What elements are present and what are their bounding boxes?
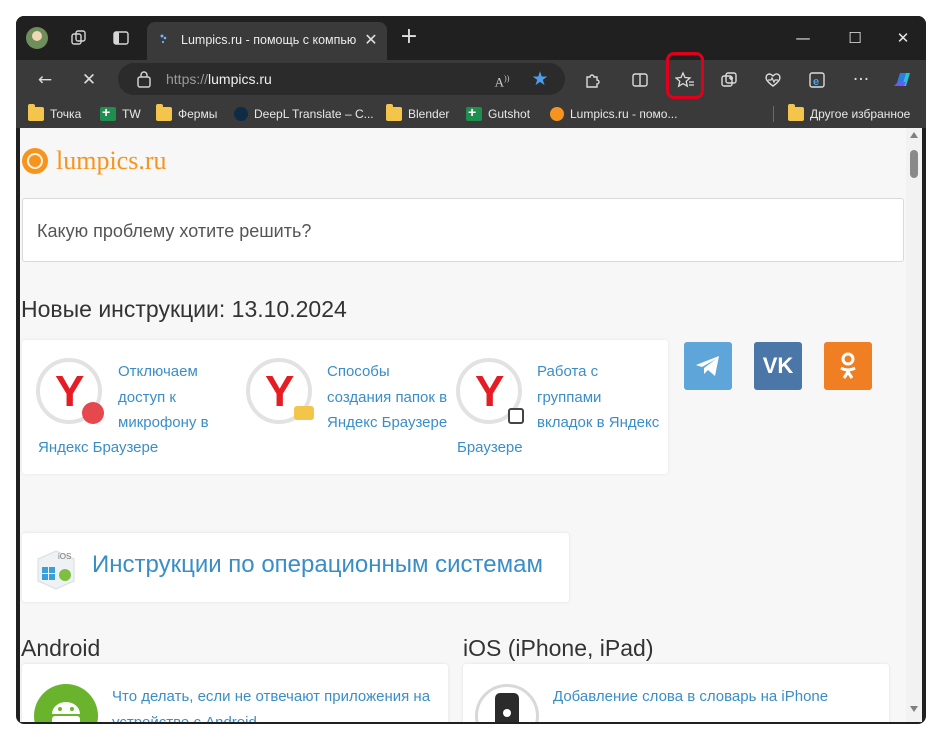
tab-actions-icon[interactable]: [109, 26, 133, 50]
internet-explorer-mode-icon[interactable]: e: [802, 66, 832, 94]
search-placeholder: Какую проблему хотите решить?: [37, 221, 312, 241]
folder-icon: [788, 104, 804, 121]
news-link-cont[interactable]: Яндекс Браузере: [38, 435, 158, 461]
tab-group-add-icon: [508, 408, 524, 424]
bookmark-item[interactable]: Blender: [386, 104, 449, 124]
odnoklassniki-icon[interactable]: [824, 342, 872, 390]
android-heading: Android: [21, 635, 101, 661]
vk-icon[interactable]: VK: [754, 342, 802, 390]
bookmark-item[interactable]: Точка: [28, 104, 81, 124]
scroll-down-icon[interactable]: [910, 706, 918, 712]
close-window-icon[interactable]: ✕: [888, 26, 918, 50]
article-link[interactable]: Добавление слова в словарь на iPhone: [553, 684, 888, 710]
bookmark-item[interactable]: Gutshot: [466, 104, 530, 124]
news-heading: Новые инструкции: 13.10.2024: [21, 296, 347, 322]
folder-icon: [386, 104, 402, 121]
read-aloud-icon[interactable]: A)): [490, 68, 514, 90]
extensions-icon[interactable]: [577, 66, 607, 94]
android-icon: [34, 684, 98, 722]
scroll-thumb[interactable]: [910, 150, 918, 178]
folder-icon: [294, 406, 314, 420]
other-favorites[interactable]: Другое избранное: [788, 104, 910, 124]
favorite-star-icon[interactable]: ★: [528, 67, 552, 91]
split-screen-icon[interactable]: [625, 66, 655, 94]
ios-article-card[interactable]: Добавление слова в словарь на iPhone: [463, 664, 889, 722]
os-instructions-card[interactable]: iOS Инструкции по операционным системам: [22, 533, 569, 602]
sheets-icon: [100, 104, 116, 121]
lumpics-icon: [550, 107, 564, 121]
bookmark-item[interactable]: TW: [100, 104, 141, 124]
new-tab-icon[interactable]: +: [397, 26, 421, 50]
site-logo[interactable]: lumpics.ru: [22, 146, 167, 176]
stop-loading-icon[interactable]: ✕: [74, 66, 104, 94]
favorites-button-highlight: [666, 52, 704, 99]
news-link-cont[interactable]: Браузере: [457, 435, 523, 461]
browser-essentials-icon[interactable]: [758, 66, 788, 94]
deepl-icon: [234, 107, 248, 121]
active-tab[interactable]: Lumpics.ru - помощь с компьютером ✕: [147, 22, 387, 60]
address-bar[interactable]: https://lumpics.ru A)) ★: [118, 63, 565, 95]
tab-close-icon[interactable]: ✕: [362, 30, 380, 50]
folder-icon: [28, 104, 44, 121]
news-link[interactable]: Отключаем доступ к микрофону в: [118, 359, 209, 436]
page-scrollbar[interactable]: [906, 128, 922, 722]
copilot-icon[interactable]: [888, 66, 918, 94]
android-article-card[interactable]: Что делать, если не отвечают приложения …: [22, 664, 448, 722]
news-card: Y Отключаем доступ к микрофону в Яндекс Бр…: [22, 340, 668, 474]
workspaces-icon[interactable]: [67, 26, 91, 50]
logo-text: lumpics.ru: [56, 146, 167, 175]
loading-spinner-icon: [160, 34, 167, 44]
minimize-icon[interactable]: —: [788, 26, 818, 50]
orange-logo-icon: [22, 148, 48, 174]
back-icon[interactable]: ←: [30, 66, 60, 94]
svg-text:iOS: iOS: [58, 552, 71, 561]
ios-heading: iOS (iPhone, iPad): [463, 635, 654, 661]
web-page: lumpics.ru Какую проблему хотите решить?…: [20, 128, 906, 722]
news-link[interactable]: Работа с группами вкладок в Яндекс: [537, 359, 659, 436]
favorites-bar: Точка TW Фермы DeepL Translate – C... Bl…: [16, 100, 926, 128]
title-bar: Lumpics.ru - помощь с компьютером ✕ + — …: [16, 16, 926, 60]
telegram-icon[interactable]: [684, 342, 732, 390]
tab-title: Lumpics.ru - помощь с компьютером: [181, 33, 356, 47]
folder-icon: [156, 104, 172, 121]
navigation-toolbar: ← ✕ https://lumpics.ru A)) ★ e ···: [16, 60, 926, 100]
yandex-browser-icon: Y: [456, 358, 524, 424]
browser-window: Lumpics.ru - помощь с компьютером ✕ + — …: [16, 16, 926, 724]
site-search-input[interactable]: Какую проблему хотите решить?: [22, 198, 904, 262]
maximize-icon[interactable]: ☐: [840, 26, 870, 50]
yandex-browser-icon: Y: [246, 358, 314, 424]
bookmarks-divider: [773, 106, 774, 122]
lock-icon: [137, 71, 151, 88]
bookmark-item[interactable]: Lumpics.ru - помо...: [550, 104, 677, 124]
iphone-icon: [475, 684, 539, 722]
microphone-off-icon: [82, 402, 104, 424]
bookmark-item[interactable]: DeepL Translate – C...: [234, 104, 374, 124]
profile-avatar[interactable]: [26, 27, 48, 49]
more-options-icon[interactable]: ···: [846, 66, 876, 94]
url-text: https://lumpics.ru: [166, 71, 272, 87]
operating-systems-icon: iOS: [37, 550, 75, 590]
article-link[interactable]: Что делать, если не отвечают приложения …: [112, 684, 447, 722]
svg-text:e: e: [813, 76, 819, 88]
os-section-title: Инструкции по операционным системам: [92, 551, 543, 578]
news-link[interactable]: Способы создания папок в Яндекс Браузере: [327, 359, 447, 436]
sheets-icon: [466, 104, 482, 121]
collections-icon[interactable]: [714, 66, 744, 94]
bookmark-item[interactable]: Фермы: [156, 104, 217, 124]
yandex-browser-icon: Y: [36, 358, 104, 424]
scroll-up-icon[interactable]: [910, 132, 918, 138]
